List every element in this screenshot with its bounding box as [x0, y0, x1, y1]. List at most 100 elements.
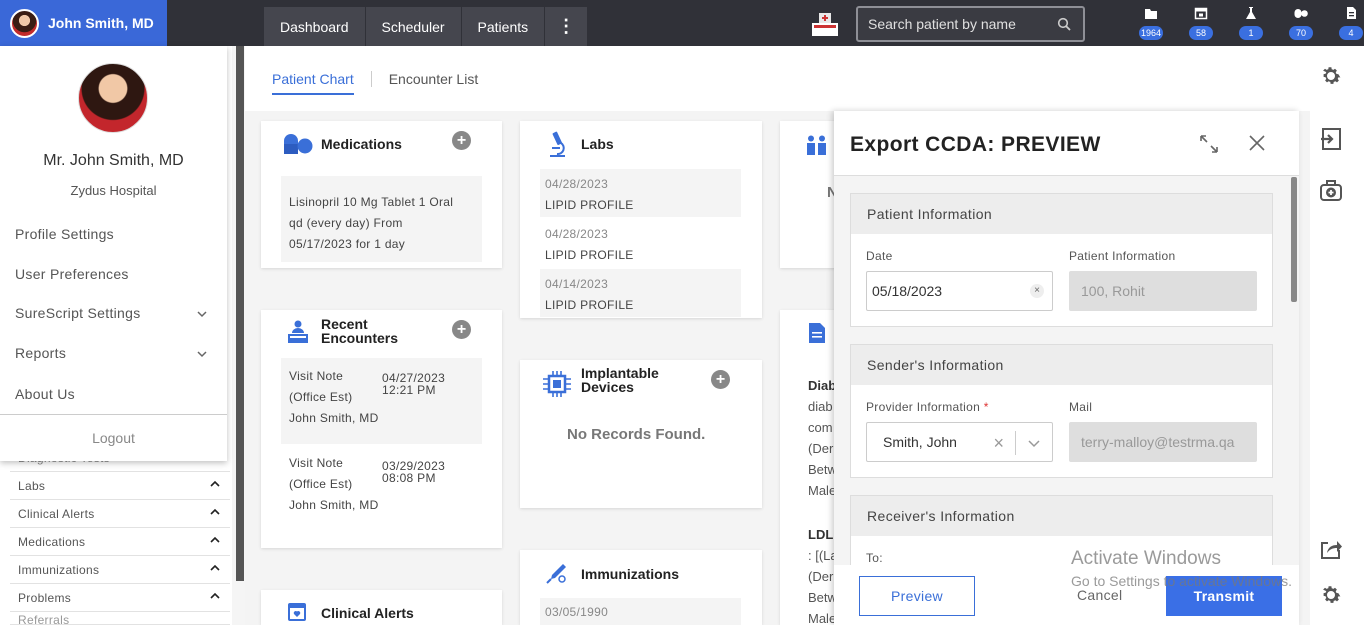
section-heading: Patient Information	[851, 194, 1272, 234]
provider-select[interactable]: Smith, John ×	[866, 422, 1053, 462]
sidebar-row-medications[interactable]: Medications	[10, 529, 230, 556]
provider-info-label: Provider Information *	[866, 400, 989, 414]
card-title-line: Devices	[581, 379, 634, 395]
section-heading: Receiver's Information	[851, 496, 1272, 536]
date-value: 05/18/2023	[872, 283, 943, 299]
tab-patient-chart[interactable]: Patient Chart	[272, 71, 354, 95]
sidebar-row-labs[interactable]: Labs	[10, 473, 230, 500]
avatar	[10, 8, 39, 38]
card-title: Recent Encounters	[321, 317, 398, 345]
expand-icon[interactable]	[1198, 133, 1220, 155]
menu-profile-settings[interactable]: Profile Settings	[15, 226, 114, 242]
document-icon	[809, 323, 825, 343]
patient-search-input[interactable]: Search patient by name	[856, 6, 1085, 42]
gear-icon[interactable]	[1319, 64, 1343, 88]
cancel-button[interactable]: Cancel	[1077, 587, 1122, 603]
document-icon	[1347, 7, 1356, 19]
menu-surescript-settings[interactable]: SureScript Settings	[15, 305, 141, 321]
menu-reports[interactable]: Reports	[15, 345, 66, 361]
chevron-up-icon	[210, 480, 220, 487]
card-title-line: Recent	[321, 316, 368, 332]
sidebar-scrollbar[interactable]	[236, 46, 244, 581]
profile-menu: Mr. John Smith, MD Zydus Hospital Profil…	[0, 46, 227, 461]
sidebar-row-label: Problems	[18, 591, 72, 605]
add-encounter-button[interactable]: +	[452, 320, 471, 339]
nav-tab-scheduler[interactable]: Scheduler	[365, 7, 461, 46]
add-medication-button[interactable]: +	[452, 131, 471, 150]
lab-name: LIPID PROFILE	[545, 198, 634, 212]
sidebar-row-label: Clinical Alerts	[18, 507, 95, 521]
search-icon[interactable]	[1057, 17, 1071, 31]
clear-provider-icon[interactable]: ×	[993, 433, 1004, 454]
people-icon	[807, 135, 826, 155]
chevron-down-icon[interactable]	[1028, 437, 1040, 449]
stat-document[interactable]: 4	[1326, 6, 1364, 40]
profile-name: Mr. John Smith, MD	[43, 152, 184, 169]
settings-gear-icon[interactable]	[1319, 583, 1343, 607]
close-icon[interactable]	[1247, 133, 1267, 153]
menu-user-preferences[interactable]: User Preferences	[15, 266, 129, 282]
preview-button[interactable]: Preview	[859, 576, 975, 616]
notes-card: Diab diab com (Der Betw Male LDL : [(La …	[780, 310, 840, 625]
hospital-bed-icon[interactable]	[811, 11, 839, 37]
stat-pills[interactable]: 70	[1276, 6, 1326, 40]
to-label: To:	[866, 551, 883, 565]
modal-title: Export CCDA: PREVIEW	[850, 133, 1101, 156]
chevron-up-icon	[210, 536, 220, 543]
medication-item[interactable]: Lisinopril 10 Mg Tablet 1 Oral qd (every…	[281, 176, 482, 262]
reception-desk-icon	[288, 320, 308, 343]
mail-value: terry-malloy@testrma.qa	[1081, 434, 1235, 450]
menu-divider	[0, 414, 227, 415]
stat-flask[interactable]: 1	[1226, 6, 1276, 40]
windows-activation-watermark: Activate Windows Go to Settings to activ…	[1071, 548, 1292, 589]
stat-badge: 1964	[1139, 26, 1163, 40]
provider-info-label-text: Provider Information	[866, 400, 981, 414]
share-icon[interactable]	[1319, 537, 1343, 561]
sidebar-row-label: Immunizations	[18, 563, 100, 577]
encounter-item[interactable]: Visit Note (Office Est) John Smith, MD 0…	[281, 358, 482, 444]
nav-tab-patients[interactable]: Patients	[461, 7, 545, 46]
modal-scrollbar[interactable]	[1291, 177, 1297, 302]
patient-info-field: 100, Rohit	[1069, 271, 1257, 311]
sidebar-row-label: Labs	[18, 479, 46, 493]
encounter-time: 12:21 PM	[382, 383, 436, 397]
sender-information-section: Sender's Information Provider Informatio…	[850, 344, 1273, 478]
lab-item[interactable]: 04/14/2023 LIPID PROFILE	[540, 269, 741, 317]
user-menu-button[interactable]: John Smith, MD	[0, 0, 167, 46]
section-heading: Sender's Information	[851, 345, 1272, 385]
card-title: Clinical Alerts	[321, 605, 414, 621]
lab-item[interactable]: 04/28/2023 LIPID PROFILE	[540, 169, 741, 217]
date-input[interactable]: 05/18/2023 ×	[866, 271, 1053, 311]
stat-calendar[interactable]: 58	[1176, 6, 1226, 40]
chevron-down-icon[interactable]	[197, 349, 207, 359]
more-menu-button[interactable]: ⋮	[545, 7, 588, 46]
labs-card: Labs 04/28/2023 LIPID PROFILE 04/28/2023…	[520, 121, 762, 318]
microscope-icon	[550, 131, 565, 157]
sidebar-row-problems[interactable]: Problems	[10, 585, 230, 612]
nav-tab-dashboard[interactable]: Dashboard	[264, 7, 365, 46]
modal-body: Patient Information Date 05/18/2023 × Pa…	[834, 175, 1299, 565]
stat-folder[interactable]: 1964	[1126, 6, 1176, 40]
lab-item[interactable]: 04/28/2023 LIPID PROFILE	[540, 219, 741, 267]
tab-encounter-list[interactable]: Encounter List	[389, 71, 479, 87]
chevron-down-icon[interactable]	[197, 309, 207, 319]
immunizations-card: Immunizations 03/05/1990	[520, 550, 762, 625]
sidebar-row-clinical-alerts[interactable]: Clinical Alerts	[10, 501, 230, 528]
immunization-item[interactable]: 03/05/1990	[540, 598, 741, 625]
flask-icon	[1246, 7, 1256, 19]
encounter-item[interactable]: Visit Note (Office Est) John Smith, MD 0…	[281, 446, 482, 532]
medical-bag-icon[interactable]	[1319, 178, 1343, 202]
note-preview[interactable]: Diab diab com (Der Betw Male	[808, 375, 837, 501]
select-divider	[1015, 431, 1016, 455]
clear-date-icon[interactable]: ×	[1030, 284, 1044, 298]
logout-button[interactable]: Logout	[0, 430, 227, 446]
menu-about-us[interactable]: About Us	[15, 386, 75, 402]
sidebar-row-immunizations[interactable]: Immunizations	[10, 557, 230, 584]
implantable-devices-card: Implantable Devices + No Records Found.	[520, 360, 762, 508]
add-device-button[interactable]: +	[711, 370, 730, 389]
folder-icon	[1145, 9, 1157, 19]
sidebar-row-label: Referrals	[18, 613, 70, 625]
note-line: (Der	[808, 441, 834, 456]
sidebar-row-referrals[interactable]: Referrals	[10, 613, 230, 625]
sign-in-icon[interactable]	[1319, 127, 1343, 151]
